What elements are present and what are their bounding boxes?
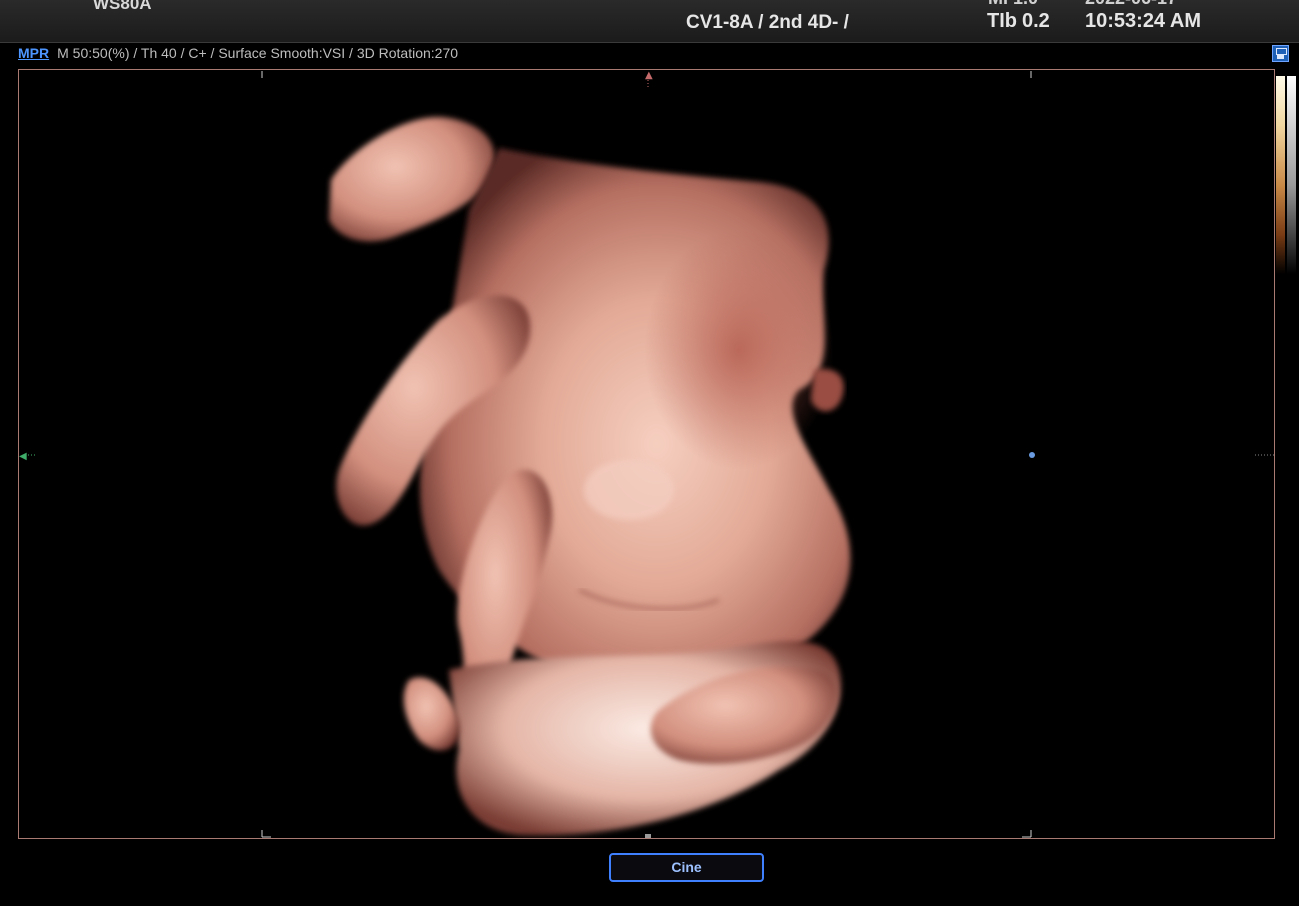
cine-button[interactable]: Cine: [609, 853, 764, 882]
header-bar: WS80A MI 1.0 2022-06-17 CV1-8A / 2nd 4D-…: [0, 0, 1299, 43]
date-readout: 2022-06-17: [1085, 0, 1177, 9]
fetal-face-3d-render: ▲ ◀: [19, 70, 1274, 838]
tib-value: 0.2: [1022, 10, 1050, 32]
probe-preset: CV1-8A / 2nd 4D- /: [686, 12, 849, 33]
mi-readout: MI 1.0: [988, 0, 1038, 9]
color-map-bar: [1276, 76, 1296, 274]
tint-map-strip: [1276, 76, 1285, 274]
svg-text:▲: ▲: [645, 70, 653, 81]
render-parameters: M 50:50(%) / Th 40 / C+ / Surface Smooth…: [57, 45, 459, 61]
gray-map-strip: [1287, 76, 1296, 274]
render-parameters-line: MPR M 50:50(%) / Th 40 / C+ / Surface Smo…: [18, 45, 458, 61]
device-model: WS80A: [93, 0, 152, 13]
mpr-mode-link[interactable]: MPR: [18, 45, 49, 61]
ultrasound-screen: WS80A MI 1.0 2022-06-17 CV1-8A / 2nd 4D-…: [0, 0, 1299, 906]
save-icon[interactable]: [1272, 45, 1289, 62]
svg-text:◀: ◀: [19, 451, 27, 462]
clock-time: 10:53:24 AM: [1085, 10, 1201, 32]
render-viewport[interactable]: ▲ ◀: [18, 69, 1275, 839]
tib-label: TIb: [987, 10, 1017, 32]
